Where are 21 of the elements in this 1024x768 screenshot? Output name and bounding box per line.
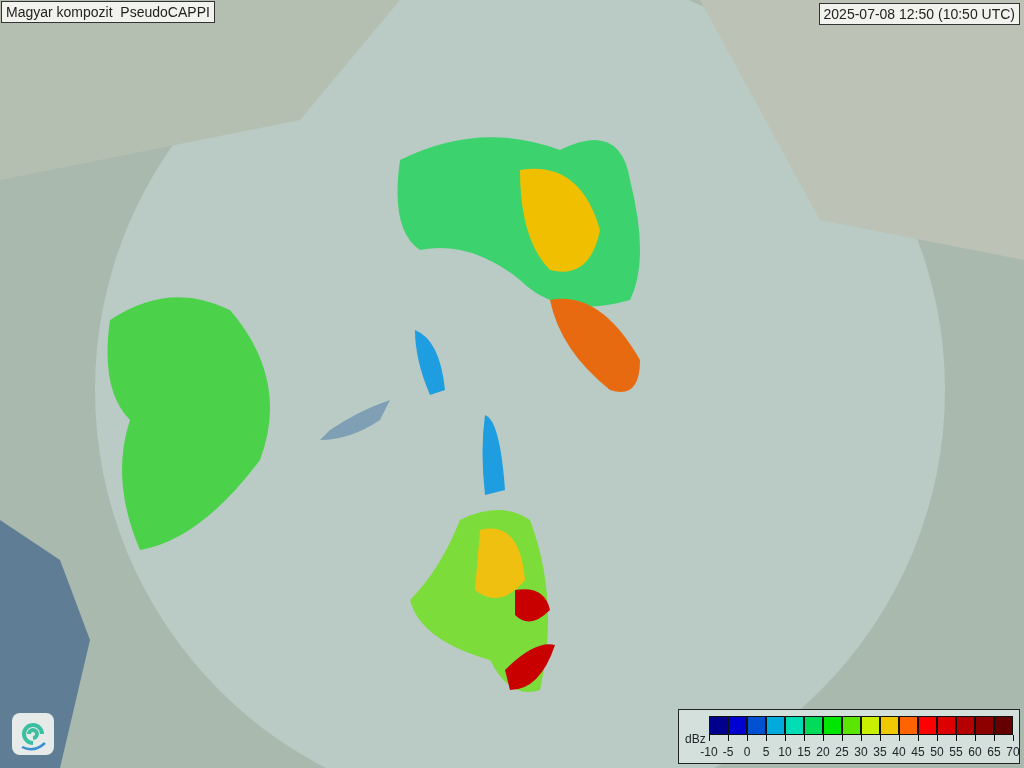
tick-label: -10 <box>700 744 718 761</box>
map-title: Magyar kompozit PseudoCAPPI <box>1 1 215 23</box>
tick-label: 50 <box>930 744 944 761</box>
tick-label: 0 <box>743 744 751 761</box>
tick-label: 60 <box>968 744 982 761</box>
tick-label: 45 <box>911 744 925 761</box>
tick-label: 15 <box>797 744 811 761</box>
tick-label: 10 <box>778 744 792 761</box>
tick-label: 55 <box>949 744 963 761</box>
swirl-logo-icon <box>12 713 54 755</box>
tick-label: 20 <box>816 744 830 761</box>
tick-label: 25 <box>835 744 849 761</box>
tick-label: 70 <box>1006 744 1020 761</box>
tick-label: 5 <box>762 744 770 761</box>
tick-label: 65 <box>987 744 1001 761</box>
unit-label: dBz <box>685 731 706 747</box>
tick-label: 30 <box>854 744 868 761</box>
tick-label: 35 <box>873 744 887 761</box>
tick-label: 40 <box>892 744 906 761</box>
timestamp: 2025-07-08 12:50 (10:50 UTC) <box>818 3 1020 25</box>
tick-label: -5 <box>722 744 734 761</box>
